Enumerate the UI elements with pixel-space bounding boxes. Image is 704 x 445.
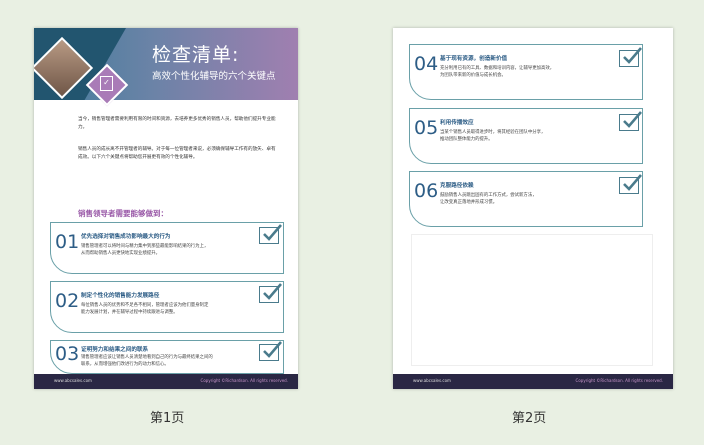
- item-number: 01: [55, 231, 80, 253]
- page-footer: www.abcsales.com Copyright ©Richardson. …: [34, 374, 298, 389]
- checklist-item-03: 03 证明努力和结果之间的联系 销售管理者应该让销售人员清楚地看到自己的行为与最…: [50, 340, 284, 374]
- item-body: 鼓励销售人员跳出固有的工作方式，尝试新方法， 让改变真正落地并形成习惯。: [440, 193, 537, 205]
- item-title: 制定个性化的销售能力发展路径: [81, 293, 160, 299]
- checklist-item-01: 01 优先选择对销售成功影响最大的行为 销售管理者可以将时间与精力集中到那些最能…: [50, 222, 284, 274]
- page-label-1[interactable]: 第1页: [150, 407, 184, 426]
- checklist-item-04: 04 基于现有资源，创造新价值 充分利用已有的工具、数据和培训内容，让辅导更加高…: [409, 44, 643, 100]
- checklist-item-05: 05 利用传播效应 当某个销售人员取得进步时，将其经验在团队中分享， 推动团队整体…: [409, 108, 643, 164]
- page-label-2[interactable]: 第2页: [512, 407, 546, 426]
- checklist-item-06: 06 克服路径依赖 鼓励销售人员跳出固有的工作方式，尝试新方法， 让改变真正落地并…: [409, 171, 643, 227]
- item-body: 当某个销售人员取得进步时，将其经验在团队中分享， 推动团队整体能力的提升。: [440, 130, 546, 142]
- footer-url: www.abcsales.com: [54, 378, 92, 383]
- document-page-1[interactable]: ✓ 检查清单: 高效个性化辅导的六个关键点 当今，销售管理者需要利用有限的时间和…: [34, 28, 298, 389]
- page-header-banner: ✓ 检查清单: 高效个性化辅导的六个关键点: [34, 28, 298, 107]
- checklist-item-02: 02 制定个性化的销售能力发展路径 每位销售人员的优势和不足各不相同，管理者应该…: [50, 281, 284, 333]
- item-title: 利用传播效应: [440, 120, 474, 126]
- checkbox-icon: [619, 111, 642, 131]
- checkbox-icon: [619, 47, 642, 67]
- item-number: 06: [414, 180, 439, 202]
- item-body: 充分利用已有的工具、数据和培训内容，让辅导更加高效， 为团队带来新的价值与成长机会…: [440, 66, 555, 78]
- section-subheading: 销售领导者需要能够做到：: [78, 209, 168, 218]
- item-number: 02: [55, 290, 80, 312]
- footer-copyright: Copyright ©Richardson. All rights reserv…: [200, 378, 288, 383]
- intro-paragraph-1: 当今，销售管理者需要利用有限的时间和资源，去培养更多优秀的销售人员，帮助他们提升…: [78, 117, 276, 130]
- checklist-icon: ✓: [100, 76, 113, 91]
- item-body: 每位销售人员的优势和不足各不相同，管理者应该为他们量身制定 能力发展计划，并在辅导…: [81, 303, 209, 315]
- checkbox-icon: [259, 341, 282, 361]
- item-body: 销售管理者可以将时间与精力集中到那些最能影响结果的行为上， 从而帮助销售人员更快地…: [81, 244, 209, 256]
- document-page-2[interactable]: 04 基于现有资源，创造新价值 充分利用已有的工具、数据和培训内容，让辅导更加高…: [393, 28, 673, 389]
- footer-copyright: Copyright ©Richardson. All rights reserv…: [575, 378, 663, 383]
- item-title: 克服路径依赖: [440, 183, 474, 189]
- item-number: 04: [414, 53, 439, 75]
- item-body: 销售管理者应该让销售人员清楚地看到自己的行为与最终结果之间的 联系，从而增强他们改…: [81, 355, 213, 367]
- page-title: 检查清单:: [152, 44, 240, 66]
- checkbox-icon: [259, 224, 282, 244]
- item-number: 05: [414, 117, 439, 139]
- checkbox-icon: [259, 283, 282, 303]
- blank-area: [411, 234, 653, 366]
- item-title: 基于现有资源，创造新价值: [440, 56, 508, 62]
- item-number: 03: [55, 343, 80, 365]
- page-footer: www.abcsales.com Copyright ©Richardson. …: [393, 374, 673, 389]
- item-title: 优先选择对销售成功影响最大的行为: [81, 234, 171, 240]
- footer-url: www.abcsales.com: [413, 378, 451, 383]
- checkbox-icon: [619, 174, 642, 194]
- intro-paragraph-2: 销售人员的成长离不开管理者的辅导。对于每一位管理者来说，必须确保辅导工作有的放矢…: [78, 147, 276, 160]
- item-title: 证明努力和结果之间的联系: [81, 347, 149, 353]
- page-subtitle: 高效个性化辅导的六个关键点: [152, 71, 276, 82]
